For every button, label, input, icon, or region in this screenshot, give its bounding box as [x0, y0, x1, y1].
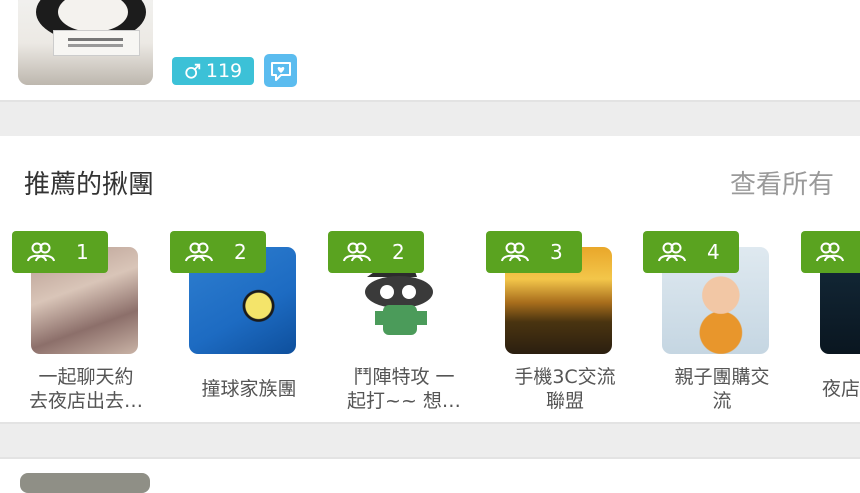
member-count-badge: 2: [328, 231, 424, 273]
group-card[interactable]: 3 手機3C交流 聯盟: [486, 231, 646, 421]
group-card[interactable]: 2 撞球家族團: [170, 231, 330, 421]
group-name-line1: 一起聊天約: [38, 366, 134, 388]
group-card[interactable]: 夜店: [801, 231, 860, 421]
recommended-groups-section: 推薦的揪團 查看所有 1 一起聊天約 去夜店出去… 2 撞球家族團 2 鬥陣特攻…: [0, 136, 860, 422]
member-count: 2: [234, 240, 247, 264]
group-name-line1: 手機3C交流: [514, 366, 616, 388]
people-icon: [343, 242, 371, 262]
member-count-badge: 3: [486, 231, 582, 273]
group-name: 一起聊天約 去夜店出去…: [6, 365, 166, 413]
group-name-line1: 夜店: [821, 378, 860, 400]
member-count-badge: [801, 231, 860, 273]
member-count: 2: [392, 240, 405, 264]
profile-header: 119: [0, 0, 860, 100]
section-title: 推薦的揪團: [24, 170, 155, 200]
group-card[interactable]: 1 一起聊天約 去夜店出去…: [12, 231, 172, 421]
group-card[interactable]: 4 親子團購交 流: [643, 231, 803, 421]
member-count: 3: [550, 240, 563, 264]
group-name-line1: 親子團購交: [674, 366, 770, 388]
group-name-line1: 撞球家族團: [201, 378, 297, 400]
people-icon: [501, 242, 529, 262]
group-name-line1: 鬥陣特攻 一: [353, 366, 455, 388]
next-item-thumbnail[interactable]: [20, 473, 150, 493]
member-count-badge: 2: [170, 231, 266, 273]
chat-heart-icon[interactable]: [264, 54, 297, 87]
section-divider: [0, 422, 860, 459]
male-icon: [185, 63, 201, 79]
gender-age-badge: 119: [172, 57, 254, 85]
group-name-line2: 聯盟: [545, 390, 584, 412]
group-card[interactable]: 2 鬥陣特攻 一 起打~~ 想…: [328, 231, 488, 421]
group-name-line2: 起打~~ 想…: [347, 390, 461, 412]
user-avatar[interactable]: [18, 0, 153, 85]
people-icon: [658, 242, 686, 262]
group-name: 撞球家族團: [169, 377, 329, 401]
group-name-line2: 去夜店出去…: [28, 390, 143, 412]
next-item-preview[interactable]: [0, 459, 860, 493]
group-name-line2: 流: [712, 390, 732, 412]
group-name: 夜店: [801, 377, 860, 401]
group-name: 親子團購交 流: [642, 365, 802, 413]
member-count: 1: [76, 240, 89, 264]
member-count-badge: 4: [643, 231, 739, 273]
member-count: 4: [707, 240, 720, 264]
group-name: 手機3C交流 聯盟: [485, 365, 645, 413]
section-divider: [0, 100, 860, 138]
see-all-link[interactable]: 查看所有: [730, 164, 834, 201]
age-text: 119: [205, 60, 243, 82]
member-count-badge: 1: [12, 231, 108, 273]
group-name: 鬥陣特攻 一 起打~~ 想…: [324, 365, 484, 413]
people-icon: [185, 242, 213, 262]
people-icon: [816, 242, 844, 262]
people-icon: [27, 242, 55, 262]
